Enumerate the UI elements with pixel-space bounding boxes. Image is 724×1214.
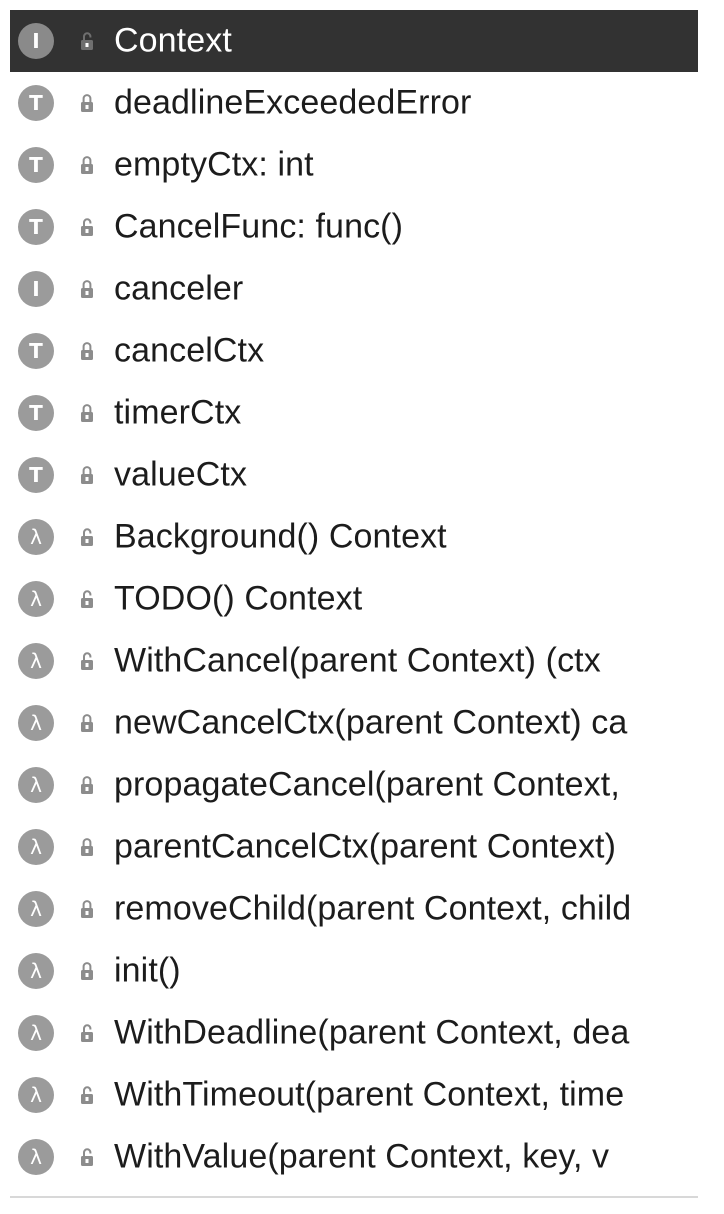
function-badge-icon: λ: [18, 767, 54, 803]
unlock-icon: [76, 30, 98, 52]
function-badge-icon: λ: [18, 953, 54, 989]
structure-item-function[interactable]: λ newCancelCtx(parent Context) ca: [10, 692, 698, 754]
structure-item-type[interactable]: T CancelFunc: func(): [10, 196, 698, 258]
structure-item-type[interactable]: TvalueCtx: [10, 444, 698, 506]
function-badge-icon: λ: [18, 643, 54, 679]
lock-icon: [76, 464, 98, 486]
structure-item-function[interactable]: λ TODO() Context: [10, 568, 698, 630]
structure-item-label: WithCancel(parent Context) (ctx: [114, 641, 601, 680]
structure-item-function[interactable]: λ WithCancel(parent Context) (ctx: [10, 630, 698, 692]
lock-icon: [76, 92, 98, 114]
type-badge-icon: T: [18, 395, 54, 431]
structure-item-label: deadlineExceededError: [114, 83, 472, 122]
lock-icon: [76, 774, 98, 796]
structure-item-label: TODO() Context: [114, 579, 363, 618]
function-badge-icon: λ: [18, 519, 54, 555]
structure-item-function[interactable]: λ removeChild(parent Context, child: [10, 878, 698, 940]
lock-icon: [76, 898, 98, 920]
unlock-icon: [76, 1022, 98, 1044]
structure-item-function[interactable]: λ WithTimeout(parent Context, time: [10, 1064, 698, 1126]
structure-item-label: parentCancelCtx(parent Context): [114, 827, 617, 866]
structure-item-interface[interactable]: Icanceler: [10, 258, 698, 320]
structure-item-label: CancelFunc: func(): [114, 207, 404, 246]
function-badge-icon: λ: [18, 891, 54, 927]
lock-icon: [76, 278, 98, 300]
structure-item-function[interactable]: λ propagateCancel(parent Context,: [10, 754, 698, 816]
lock-icon: [76, 836, 98, 858]
lock-icon: [76, 712, 98, 734]
unlock-icon: [76, 1084, 98, 1106]
structure-item-label: newCancelCtx(parent Context) ca: [114, 703, 628, 742]
structure-item-type[interactable]: TtimerCtx: [10, 382, 698, 444]
function-badge-icon: λ: [18, 581, 54, 617]
structure-item-type[interactable]: TdeadlineExceededError: [10, 72, 698, 134]
function-badge-icon: λ: [18, 1015, 54, 1051]
structure-item-type[interactable]: TcancelCtx: [10, 320, 698, 382]
unlock-icon: [76, 526, 98, 548]
list-bottom-divider: [10, 1196, 698, 1198]
lock-icon: [76, 340, 98, 362]
structure-item-label: valueCtx: [114, 455, 248, 494]
function-badge-icon: λ: [18, 1139, 54, 1175]
interface-badge-icon: I: [18, 23, 54, 59]
structure-item-function[interactable]: λ init(): [10, 940, 698, 1002]
function-badge-icon: λ: [18, 705, 54, 741]
structure-item-label: emptyCtx: int: [114, 145, 314, 184]
structure-item-label: init(): [114, 951, 181, 990]
unlock-icon: [76, 588, 98, 610]
function-badge-icon: λ: [18, 1077, 54, 1113]
structure-item-label: removeChild(parent Context, child: [114, 889, 632, 928]
structure-item-function[interactable]: λ Background() Context: [10, 506, 698, 568]
lock-icon: [76, 960, 98, 982]
type-badge-icon: T: [18, 209, 54, 245]
type-badge-icon: T: [18, 457, 54, 493]
structure-item-label: propagateCancel(parent Context,: [114, 765, 620, 804]
type-badge-icon: T: [18, 85, 54, 121]
structure-item-type[interactable]: TemptyCtx: int: [10, 134, 698, 196]
function-badge-icon: λ: [18, 829, 54, 865]
lock-icon: [76, 402, 98, 424]
type-badge-icon: T: [18, 333, 54, 369]
structure-item-label: cancelCtx: [114, 331, 265, 370]
interface-badge-icon: I: [18, 271, 54, 307]
structure-item-function[interactable]: λ parentCancelCtx(parent Context): [10, 816, 698, 878]
structure-item-function[interactable]: λ WithValue(parent Context, key, v: [10, 1126, 698, 1188]
structure-item-function[interactable]: λ WithDeadline(parent Context, dea: [10, 1002, 698, 1064]
structure-item-label: WithDeadline(parent Context, dea: [114, 1013, 630, 1052]
unlock-icon: [76, 1146, 98, 1168]
structure-item-label: WithValue(parent Context, key, v: [114, 1137, 610, 1176]
lock-icon: [76, 154, 98, 176]
structure-item-label: canceler: [114, 269, 244, 308]
structure-item-label: timerCtx: [114, 393, 242, 432]
unlock-icon: [76, 650, 98, 672]
type-badge-icon: T: [18, 147, 54, 183]
structure-item-label: Background() Context: [114, 517, 447, 556]
unlock-icon: [76, 216, 98, 238]
structure-list: I Context TdeadlineExceededError TemptyCtx:…: [10, 10, 698, 1194]
structure-item-interface[interactable]: I Context: [10, 10, 698, 72]
structure-item-label: Context: [114, 21, 232, 60]
structure-item-label: WithTimeout(parent Context, time: [114, 1075, 625, 1114]
